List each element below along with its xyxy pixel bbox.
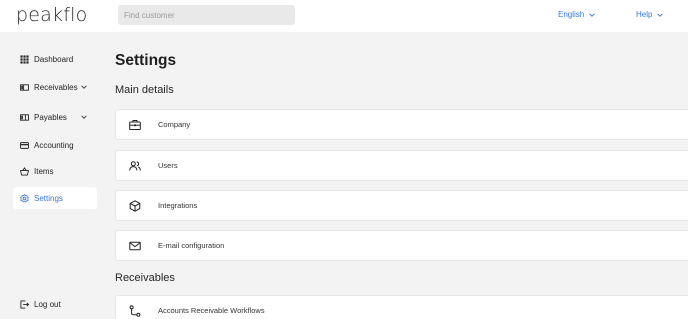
sidebar-item-payables[interactable]: Payables (13, 106, 97, 128)
section-title-receivables: Receivables (115, 272, 175, 284)
chevron-down-icon (657, 12, 664, 17)
settings-card-email-configuration[interactable]: E-mail configuration (115, 230, 688, 261)
language-label: English (558, 10, 585, 19)
sidebar-item-label: Items (34, 166, 54, 176)
card-label: Integrations (158, 201, 198, 210)
sidebar-item-dashboard[interactable]: Dashboard (13, 48, 97, 70)
logo[interactable]: peakflo (16, 4, 87, 26)
users-icon (129, 160, 141, 171)
card-label: Company (158, 120, 191, 129)
card-label: Accounts Receivable Workflows (158, 306, 265, 315)
settings-card-integrations[interactable]: Integrations (115, 190, 688, 221)
help-label: Help (636, 10, 653, 19)
settings-card-users[interactable]: Users (115, 150, 688, 181)
sidebar: Dashboard Receivables Payables Accountin… (0, 32, 104, 319)
payables-icon (20, 113, 29, 121)
mail-icon (129, 241, 141, 250)
sidebar-item-accounting[interactable]: Accounting (13, 134, 97, 156)
sidebar-item-label: Payables (34, 112, 67, 122)
chevron-down-icon (81, 115, 87, 119)
basket-icon (20, 166, 29, 176)
briefcase-icon (129, 119, 141, 130)
sidebar-item-items[interactable]: Items (13, 160, 97, 182)
grid-icon (20, 54, 29, 64)
chevron-down-icon (81, 85, 87, 89)
workflow-icon (129, 304, 141, 317)
language-selector[interactable]: English (558, 10, 596, 19)
cube-icon (129, 199, 141, 212)
gear-icon (20, 193, 29, 202)
receivables-icon (20, 83, 29, 91)
section-title-main-details: Main details (115, 84, 174, 96)
chevron-down-icon (589, 12, 595, 17)
sidebar-item-settings[interactable]: Settings (13, 187, 97, 209)
main-content: Settings Main details Company Users Inte… (104, 32, 688, 319)
help-menu[interactable]: Help (636, 10, 664, 19)
card-label: E-mail configuration (158, 241, 225, 250)
page-title: Settings (115, 52, 177, 69)
logout-label: Log out (34, 299, 61, 309)
search-input[interactable] (118, 5, 295, 25)
sidebar-item-label: Receivables (34, 82, 78, 92)
settings-card-company[interactable]: Company (115, 109, 688, 140)
logout-icon (20, 299, 29, 309)
top-bar: peakflo English Help (0, 0, 688, 32)
card-icon (20, 141, 29, 149)
sidebar-item-label: Settings (34, 193, 63, 203)
sidebar-item-label: Dashboard (34, 54, 74, 64)
logout-button[interactable]: Log out (13, 293, 97, 315)
card-label: Users (158, 161, 178, 170)
sidebar-item-receivables[interactable]: Receivables (13, 76, 97, 98)
settings-card-ar-workflows[interactable]: Accounts Receivable Workflows (115, 295, 688, 319)
sidebar-item-label: Accounting (34, 140, 74, 150)
